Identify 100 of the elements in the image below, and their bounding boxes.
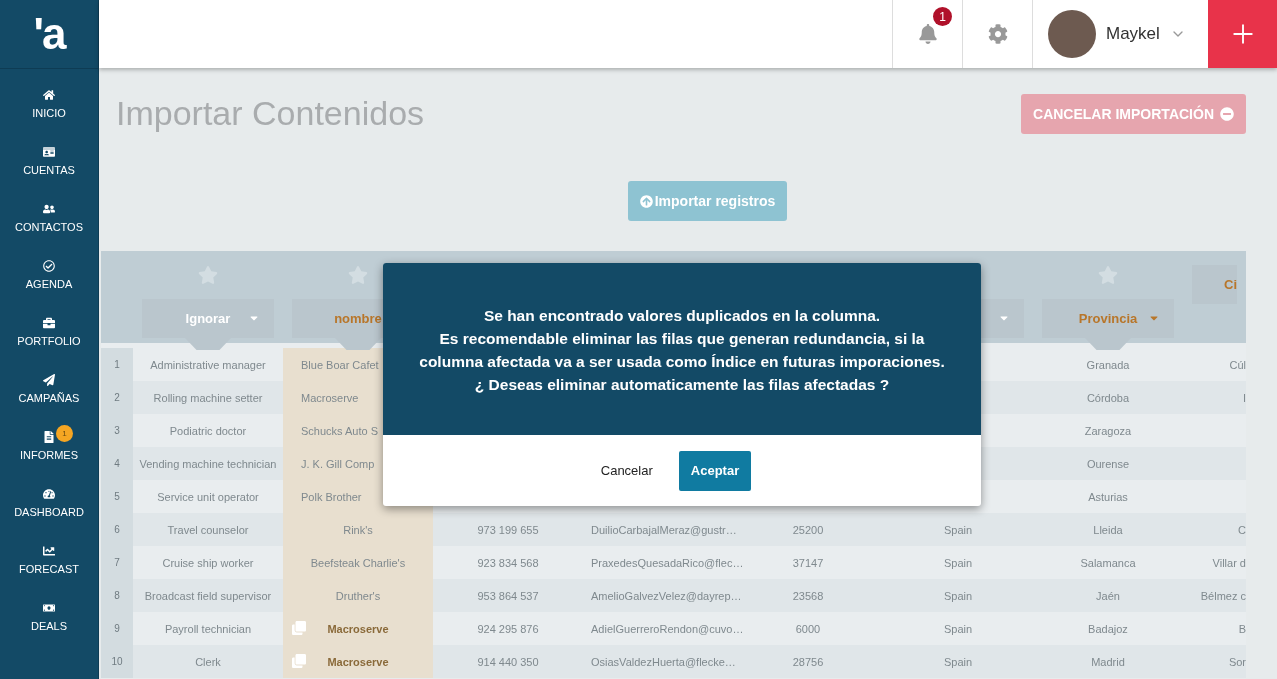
table-cell: AmelioGalvezVelez@dayrep… (591, 589, 742, 602)
nav-item[interactable]: DEALS (0, 588, 98, 645)
table-cell: Cúl (1229, 358, 1246, 371)
upload-icon (639, 194, 653, 208)
row-number: 10 (101, 645, 133, 678)
table-cell: OsiasValdezHuerta@flecke… (591, 655, 736, 668)
table-cell: Asturias (1088, 490, 1128, 503)
bell-icon (917, 24, 938, 44)
table-cell: Clerk (195, 655, 221, 668)
copy-icon (292, 654, 306, 668)
accept-button[interactable]: Aceptar (678, 450, 752, 491)
table-cell: Zaragoza (1084, 424, 1132, 437)
nav-item[interactable]: INFORMES 1 (0, 417, 98, 474)
nav-badge: 1 (56, 425, 73, 442)
table-cell: Badajoz (1088, 622, 1128, 635)
table-cell: 914 440 350 (477, 655, 539, 668)
nav-item[interactable]: DASHBOARD (0, 474, 98, 531)
settings-icon (987, 24, 1008, 44)
dialog-message: Es recomendable eliminar las filas que generan redundancia, si la (439, 329, 925, 349)
briefcase-icon (43, 316, 55, 329)
table-cell: Spain (943, 622, 973, 635)
row-number: 1 (101, 348, 133, 381)
table-cell: 924 295 876 (477, 622, 539, 635)
notifications-button[interactable]: 1 (892, 0, 962, 68)
nav-item[interactable]: CONTACTOS (0, 189, 98, 246)
table-cell: Travel counselor (167, 523, 249, 536)
table-cell: Broadcast field supervisor (144, 589, 272, 602)
table-cell: 23568 (792, 589, 824, 602)
home-icon (43, 88, 55, 101)
user-name: Maykel (1106, 24, 1160, 44)
nav-item[interactable]: PORTFOLIO (0, 303, 98, 360)
table-cell: I (1242, 391, 1246, 404)
table-cell: Bélmez c (1200, 589, 1246, 602)
table-cell: Payroll technician (164, 622, 252, 635)
notification-badge: 1 (933, 7, 952, 26)
column-label: Ignorar (185, 311, 231, 326)
table-cell: J. K. Gill Comp (301, 457, 375, 470)
table-cell: Vending machine technician (139, 457, 277, 470)
dialog-message: ¿ Deseas eliminar automaticamente las filas afectadas ? (474, 375, 890, 395)
banknotes-icon (43, 601, 55, 614)
table-cell: Macroserve (327, 622, 389, 635)
cancel-button[interactable]: Cancelar (592, 455, 661, 486)
column-label: Provincia (1078, 311, 1138, 326)
table-cell: DuilioCarbajalMeraz@gustr… (591, 523, 737, 536)
id-card-icon (43, 145, 55, 158)
row-number: 4 (101, 447, 133, 480)
table-cell: 28756 (792, 655, 824, 668)
logo: 'a (0, 0, 98, 69)
dialog-message: columna afectada va a ser usada como Índice en futuras imporaciones. (419, 352, 945, 372)
table-cell: Sor (1228, 655, 1246, 668)
table-cell: Podiatric doctor (169, 424, 247, 437)
table-cell: Administrative manager (150, 358, 266, 371)
table-cell: Macroserve (327, 655, 389, 668)
table-cell: Schucks Auto S (301, 424, 379, 437)
nav-item[interactable]: CAMPAÑAS (0, 360, 98, 417)
table-cell: Beefsteak Charlie's (310, 556, 406, 569)
row-number: 9 (101, 612, 133, 645)
nav-item[interactable]: CUENTAS (0, 132, 98, 189)
table-cell: Lleida (1093, 523, 1123, 536)
nav-item[interactable]: FORECAST (0, 531, 98, 588)
table-cell: Spain (943, 655, 973, 668)
table-cell: 37147 (792, 556, 824, 569)
table-cell: Ourense (1086, 457, 1130, 470)
table-cell: Macroserve (301, 391, 359, 404)
line-chart-icon (43, 544, 55, 557)
table-cell: Madrid (1091, 655, 1125, 668)
nav-item[interactable]: AGENDA (0, 246, 98, 303)
table-cell: 953 864 537 (477, 589, 539, 602)
row-number: 7 (101, 546, 133, 579)
table-cell: Service unit operator (157, 490, 259, 503)
row-number: 2 (101, 381, 133, 414)
row-number: 8 (101, 579, 133, 612)
table-cell: Granada (1086, 358, 1130, 371)
table-cell: PraxedesQuesadaRico@flec… (591, 556, 744, 569)
paper-plane-icon (43, 373, 55, 386)
table-cell: Córdoba (1086, 391, 1130, 404)
table-cell: 6000 (795, 622, 821, 635)
dialog-message: Se han encontrado valores duplicados en la columna. (483, 306, 881, 326)
row-number: 6 (101, 513, 133, 546)
document-icon (43, 430, 55, 443)
gauge-icon (43, 487, 55, 500)
row-number: 5 (101, 480, 133, 513)
user-menu[interactable]: Maykel (1032, 0, 1208, 68)
table-cell: AdielGuerreroRendon@cuvo… (591, 622, 744, 635)
table-cell: Druther's (335, 589, 381, 602)
table-cell: C (1238, 523, 1246, 536)
people-icon (43, 202, 55, 215)
avatar (1048, 10, 1096, 58)
page-title: Importar Contenidos (116, 94, 425, 133)
table-cell: Blue Boar Cafet (301, 358, 379, 371)
table-cell: 25200 (792, 523, 824, 536)
table-cell: 973 199 655 (477, 523, 539, 536)
column-label: Ci (1224, 277, 1237, 292)
table-cell: Polk Brother (301, 490, 362, 503)
table-cell: Cruise ship worker (162, 556, 254, 569)
add-button[interactable] (1208, 0, 1277, 68)
table-cell: Villar d (1212, 556, 1246, 569)
column-label: nombre (334, 311, 382, 326)
table-cell: Salamanca (1080, 556, 1136, 569)
nav-item[interactable]: INICIO (0, 75, 98, 132)
